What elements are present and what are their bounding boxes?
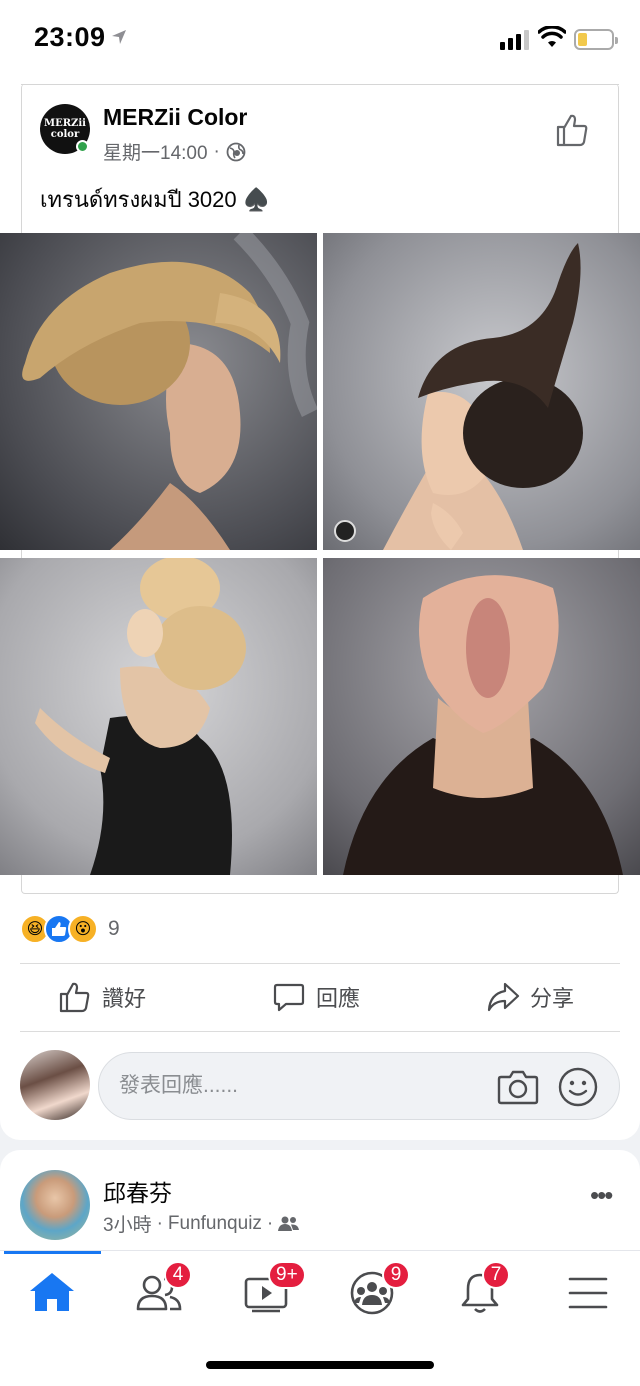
tab-menu[interactable]	[560, 1269, 620, 1319]
comment-label: 回應	[316, 986, 361, 1011]
groups-badge: 9	[382, 1261, 410, 1289]
comment-composer[interactable]	[98, 1052, 620, 1120]
post-meta: 星期一14:00 ·	[103, 138, 246, 165]
friend-name[interactable]: 邱春芬	[103, 1174, 172, 1208]
share-label: 分享	[530, 986, 575, 1011]
post-card: MERZii color MERZii Color 星期一14:00 · เทร…	[0, 80, 640, 1140]
like-label: 讚好	[102, 986, 147, 1011]
reaction-count: 9	[108, 917, 120, 940]
tab-friends[interactable]: 4	[130, 1261, 192, 1319]
post-photo-1[interactable]	[0, 233, 317, 550]
tab-notifications[interactable]: 7	[452, 1261, 512, 1319]
divider	[20, 1031, 620, 1032]
thumbs-up-icon	[59, 982, 90, 1013]
friends-audience-icon	[278, 1216, 300, 1231]
next-post-meta: 3小時 · Funfunquiz ·	[103, 1210, 300, 1237]
notifications-badge: 7	[482, 1261, 510, 1289]
wow-reaction-icon: 😮	[68, 914, 98, 944]
home-indicator[interactable]	[206, 1361, 434, 1369]
camera-icon[interactable]	[497, 1067, 539, 1107]
active-tab-indicator	[4, 1251, 101, 1254]
post-photo-3[interactable]	[0, 558, 317, 875]
watch-badge: 9+	[268, 1261, 306, 1289]
location-arrow-icon	[112, 30, 126, 44]
battery-icon	[574, 29, 618, 50]
status-bar: 23:09	[0, 0, 640, 80]
next-post-source[interactable]: Funfunquiz	[168, 1213, 262, 1235]
share-icon	[487, 982, 520, 1012]
status-time: 23:09	[34, 22, 106, 52]
online-indicator	[76, 140, 89, 153]
globe-icon	[226, 142, 246, 161]
page-name[interactable]: MERZii Color	[103, 104, 247, 131]
comment-button[interactable]: 回應	[272, 980, 360, 1014]
like-page-icon[interactable]	[554, 112, 590, 148]
home-icon	[30, 1273, 74, 1311]
emoji-icon[interactable]	[557, 1066, 599, 1108]
reactions-summary[interactable]: 😆 😮 9	[20, 914, 120, 944]
friend-avatar[interactable]	[20, 1170, 90, 1240]
post-timestamp[interactable]: 星期一14:00	[103, 138, 208, 165]
divider	[20, 963, 620, 964]
comment-icon	[273, 983, 305, 1012]
cellular-signal-icon	[500, 30, 529, 50]
wifi-icon	[538, 26, 566, 47]
tab-home[interactable]	[24, 1269, 84, 1319]
post-text: เทรนด์ทรงผมปี 3020 ♠️	[40, 187, 271, 212]
more-options-icon[interactable]: •••	[590, 1180, 613, 1211]
like-button[interactable]: 讚好	[58, 980, 146, 1014]
next-post-time[interactable]: 3小時	[103, 1210, 152, 1237]
my-avatar[interactable]	[20, 1050, 90, 1120]
menu-icon	[568, 1277, 608, 1309]
share-button[interactable]: 分享	[486, 980, 574, 1014]
next-post-card: 邱春芬 3小時 · Funfunquiz · •••	[0, 1150, 640, 1260]
tab-watch[interactable]: 9+	[238, 1261, 306, 1319]
meta-separator: ·	[213, 140, 220, 162]
friends-badge: 4	[164, 1261, 192, 1289]
tab-groups[interactable]: 9	[344, 1261, 410, 1319]
post-photo-2[interactable]	[323, 233, 640, 550]
tag-person-icon[interactable]	[334, 520, 356, 542]
comment-input[interactable]	[119, 1071, 479, 1101]
post-photo-4[interactable]	[323, 558, 640, 875]
photo-grid	[0, 233, 640, 875]
